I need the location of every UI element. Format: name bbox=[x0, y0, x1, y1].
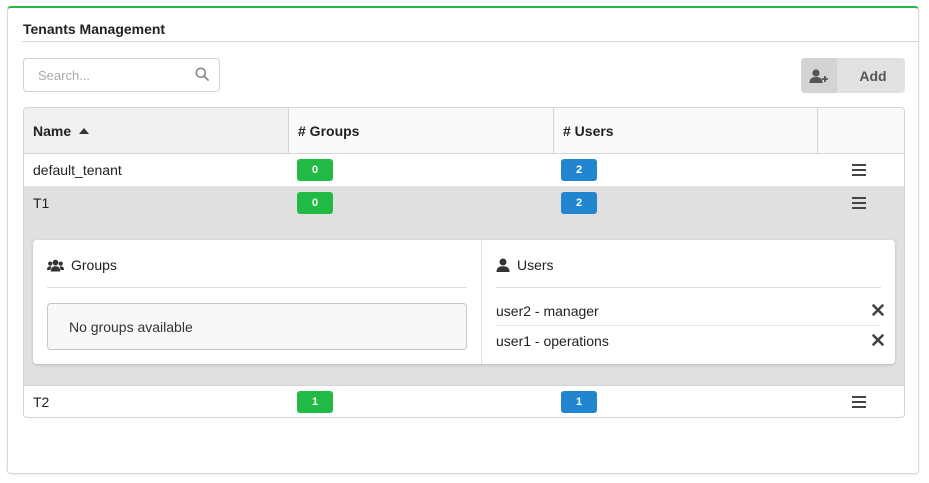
add-button-label: Add bbox=[859, 67, 887, 84]
groups-count-badge: 0 bbox=[297, 159, 333, 181]
column-header-groups[interactable]: # Groups bbox=[288, 108, 553, 153]
users-count-badge: 2 bbox=[561, 159, 597, 181]
table-row[interactable]: T2 1 1 bbox=[24, 386, 904, 417]
table-row[interactable]: T1 0 2 bbox=[24, 187, 904, 220]
tenants-table: Name # Groups # Users default_tenant 0 2 bbox=[23, 107, 905, 418]
user-icon bbox=[496, 258, 510, 272]
groups-count-badge: 0 bbox=[297, 192, 333, 214]
row-menu-icon[interactable] bbox=[852, 164, 866, 176]
column-header-label: # Groups bbox=[298, 122, 360, 139]
title-divider bbox=[22, 41, 918, 42]
groups-section-divider bbox=[47, 287, 467, 288]
column-header-label: # Users bbox=[563, 122, 614, 139]
add-tenant-button[interactable]: Add bbox=[801, 58, 905, 93]
search-icon[interactable] bbox=[195, 67, 209, 81]
tenants-widget: Tenants Management Add Name # Group bbox=[7, 6, 919, 474]
tenant-details-panel: Groups No groups available Users user2 -… bbox=[24, 220, 904, 386]
user-label: user1 - operations bbox=[496, 332, 609, 349]
users-icon bbox=[47, 259, 64, 271]
list-item: user2 - manager bbox=[496, 296, 884, 326]
table-header: Name # Groups # Users bbox=[24, 108, 904, 154]
users-count-badge: 1 bbox=[561, 391, 597, 413]
users-count-badge: 2 bbox=[561, 192, 597, 214]
column-header-label: Name bbox=[33, 122, 72, 139]
tenant-name: T1 bbox=[33, 195, 50, 211]
user-label: user2 - manager bbox=[496, 302, 599, 319]
users-section-title: Users bbox=[517, 257, 554, 273]
users-section-header: Users bbox=[496, 257, 554, 273]
groups-section-header: Groups bbox=[47, 257, 117, 273]
row-menu-icon[interactable] bbox=[852, 396, 866, 408]
remove-icon[interactable] bbox=[872, 334, 884, 346]
table-row[interactable]: default_tenant 0 2 bbox=[24, 154, 904, 187]
list-item: user1 - operations bbox=[496, 326, 884, 355]
groups-section-title: Groups bbox=[71, 257, 117, 273]
search-input[interactable] bbox=[36, 59, 190, 91]
details-divider bbox=[481, 240, 482, 364]
users-section-divider bbox=[496, 287, 881, 288]
sort-ascending-icon bbox=[79, 127, 90, 134]
search-box bbox=[23, 58, 220, 92]
column-header-users[interactable]: # Users bbox=[553, 108, 817, 153]
widget-title: Tenants Management bbox=[23, 21, 166, 37]
details-segment: Groups No groups available Users user2 -… bbox=[33, 240, 895, 364]
tenant-name: T2 bbox=[33, 394, 50, 410]
tenant-name: default_tenant bbox=[33, 162, 122, 178]
row-menu-icon[interactable] bbox=[852, 197, 866, 209]
column-header-name[interactable]: Name bbox=[24, 108, 288, 153]
no-groups-message: No groups available bbox=[47, 303, 467, 350]
column-header-actions bbox=[817, 108, 904, 153]
groups-count-badge: 1 bbox=[297, 391, 333, 413]
remove-icon[interactable] bbox=[872, 304, 884, 316]
user-plus-icon bbox=[801, 58, 837, 93]
